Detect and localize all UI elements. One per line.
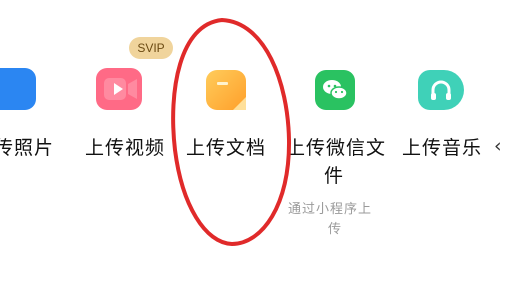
highlight-ellipse-annotation	[171, 17, 292, 247]
